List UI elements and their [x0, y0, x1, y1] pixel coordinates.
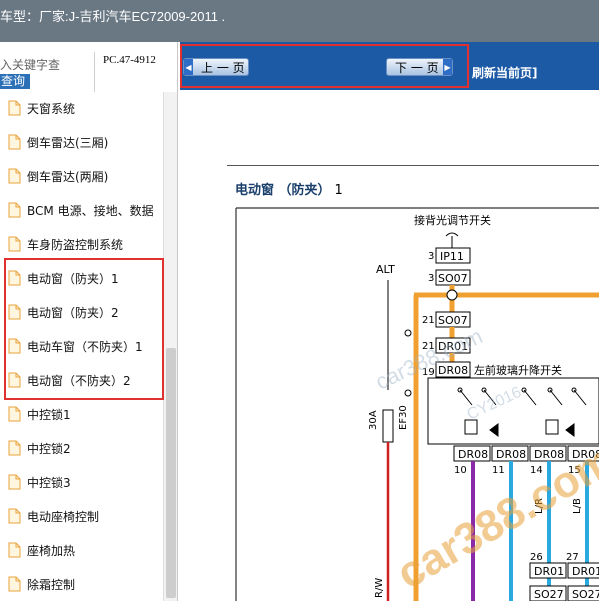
lowest-conn-2: SO27	[572, 588, 599, 601]
document-icon	[8, 576, 21, 592]
document-icon	[8, 168, 21, 184]
window-switch-label: 左前玻璃升降开关	[474, 363, 562, 377]
sidebar-item-label: 倒车雷达(两厢)	[27, 169, 109, 184]
highlight-box-sidebar	[4, 258, 164, 400]
sidebar-item[interactable]: BCM 电源、接地、数据	[8, 200, 154, 220]
wire-break-icon	[445, 232, 459, 237]
sidebar-item-label: 天窗系统	[27, 101, 76, 116]
document-icon	[8, 100, 21, 116]
bottom-pin-1: 10	[454, 465, 467, 476]
sidebar-item[interactable]: 座椅加热	[8, 540, 75, 560]
scrollbar-track[interactable]	[163, 92, 177, 601]
bottom-conn-1: DR08	[458, 448, 488, 461]
lower-conn-2: DR01	[572, 565, 599, 578]
backlight-switch-label: 接背光调节开关	[414, 213, 491, 227]
sidebar-item-label: 中控锁3	[27, 475, 71, 490]
scrollbar-thumb[interactable]	[166, 348, 176, 598]
conn-c3-name: SO07	[438, 314, 468, 327]
document-icon	[8, 406, 21, 422]
wiring-diagram: 接背光调节开关 3 IP11 3 SO07 21 SO07 21 DR01 19…	[235, 207, 599, 601]
sidebar-item[interactable]: 倒车雷达(两厢)	[8, 166, 108, 186]
fuse-rating: 30A	[368, 410, 379, 430]
document-icon	[8, 508, 21, 524]
lower-pin-2: 27	[566, 552, 579, 563]
pc-code-label: PC.47-4912	[103, 54, 156, 66]
document-icon	[8, 474, 21, 490]
fuse-symbol	[382, 409, 394, 443]
sidebar-item-label: 倒车雷达(三厢)	[27, 135, 109, 150]
sidebar-item-label: BCM 电源、接地、数据	[27, 203, 154, 218]
lower-pin-1: 26	[530, 552, 543, 563]
conn-c2-name: SO07	[438, 272, 468, 285]
sidebar-item-label: 除霜控制	[27, 577, 76, 592]
document-icon	[8, 236, 21, 252]
sidebar-item[interactable]: 倒车雷达(三厢)	[8, 132, 108, 152]
sidebar-item[interactable]: 中控锁2	[8, 438, 71, 458]
lowest-conn-1: SO27	[534, 588, 564, 601]
document-icon	[8, 542, 21, 558]
sidebar-item-label: 中控锁2	[27, 441, 71, 456]
highlight-box-nav	[180, 44, 469, 88]
alt-label: ALT	[376, 263, 395, 276]
conn-c3-pin: 21	[422, 315, 435, 326]
document-icon	[8, 202, 21, 218]
sidebar-item-label: 座椅加热	[27, 543, 76, 558]
sidebar-item-label: 车身防盗控制系统	[27, 237, 124, 252]
bottom-pin-2: 11	[492, 465, 505, 476]
terminal-a	[404, 329, 412, 337]
search-input[interactable]	[0, 56, 92, 74]
sidebar-item[interactable]: 除霜控制	[8, 574, 75, 594]
sidebar-item[interactable]: 天窗系统	[8, 98, 75, 118]
sidebar-item[interactable]: 电动座椅控制	[8, 506, 99, 526]
refresh-page-link[interactable]: 刷新当前页]	[472, 64, 538, 81]
fuse-name: EF30	[398, 405, 409, 430]
lower-conn-1: DR01	[534, 565, 564, 578]
wire-rw-label: R/W	[374, 578, 385, 598]
conn-c1-pin: 3	[428, 251, 434, 262]
conn-c1-name: IP11	[440, 250, 464, 263]
search-divider	[94, 52, 95, 92]
document-view: 电动窗 （防夹） 1 接背光调节开关 3 IP11 3 SO07 21 SO07 …	[180, 90, 599, 601]
document-icon	[8, 134, 21, 150]
sidebar-item-label: 中控锁1	[27, 407, 71, 422]
sidebar-item[interactable]: 中控锁3	[8, 472, 71, 492]
splice-node	[446, 289, 458, 301]
sidebar-item-label: 电动座椅控制	[27, 509, 100, 524]
window-title: 车型：厂家:J-吉利汽车EC72009-2011 .	[0, 9, 226, 24]
bottom-conn-2: DR08	[496, 448, 526, 461]
terminal-b	[404, 389, 412, 397]
conn-c2-pin: 3	[428, 273, 434, 284]
sidebar-item[interactable]: 车身防盗控制系统	[8, 234, 123, 254]
document-icon	[8, 440, 21, 456]
sidebar-item[interactable]: 中控锁1	[8, 404, 71, 424]
query-button[interactable]: 查询	[0, 74, 30, 89]
window-title-bar: 车型：厂家:J-吉利汽车EC72009-2011 .	[0, 0, 599, 42]
